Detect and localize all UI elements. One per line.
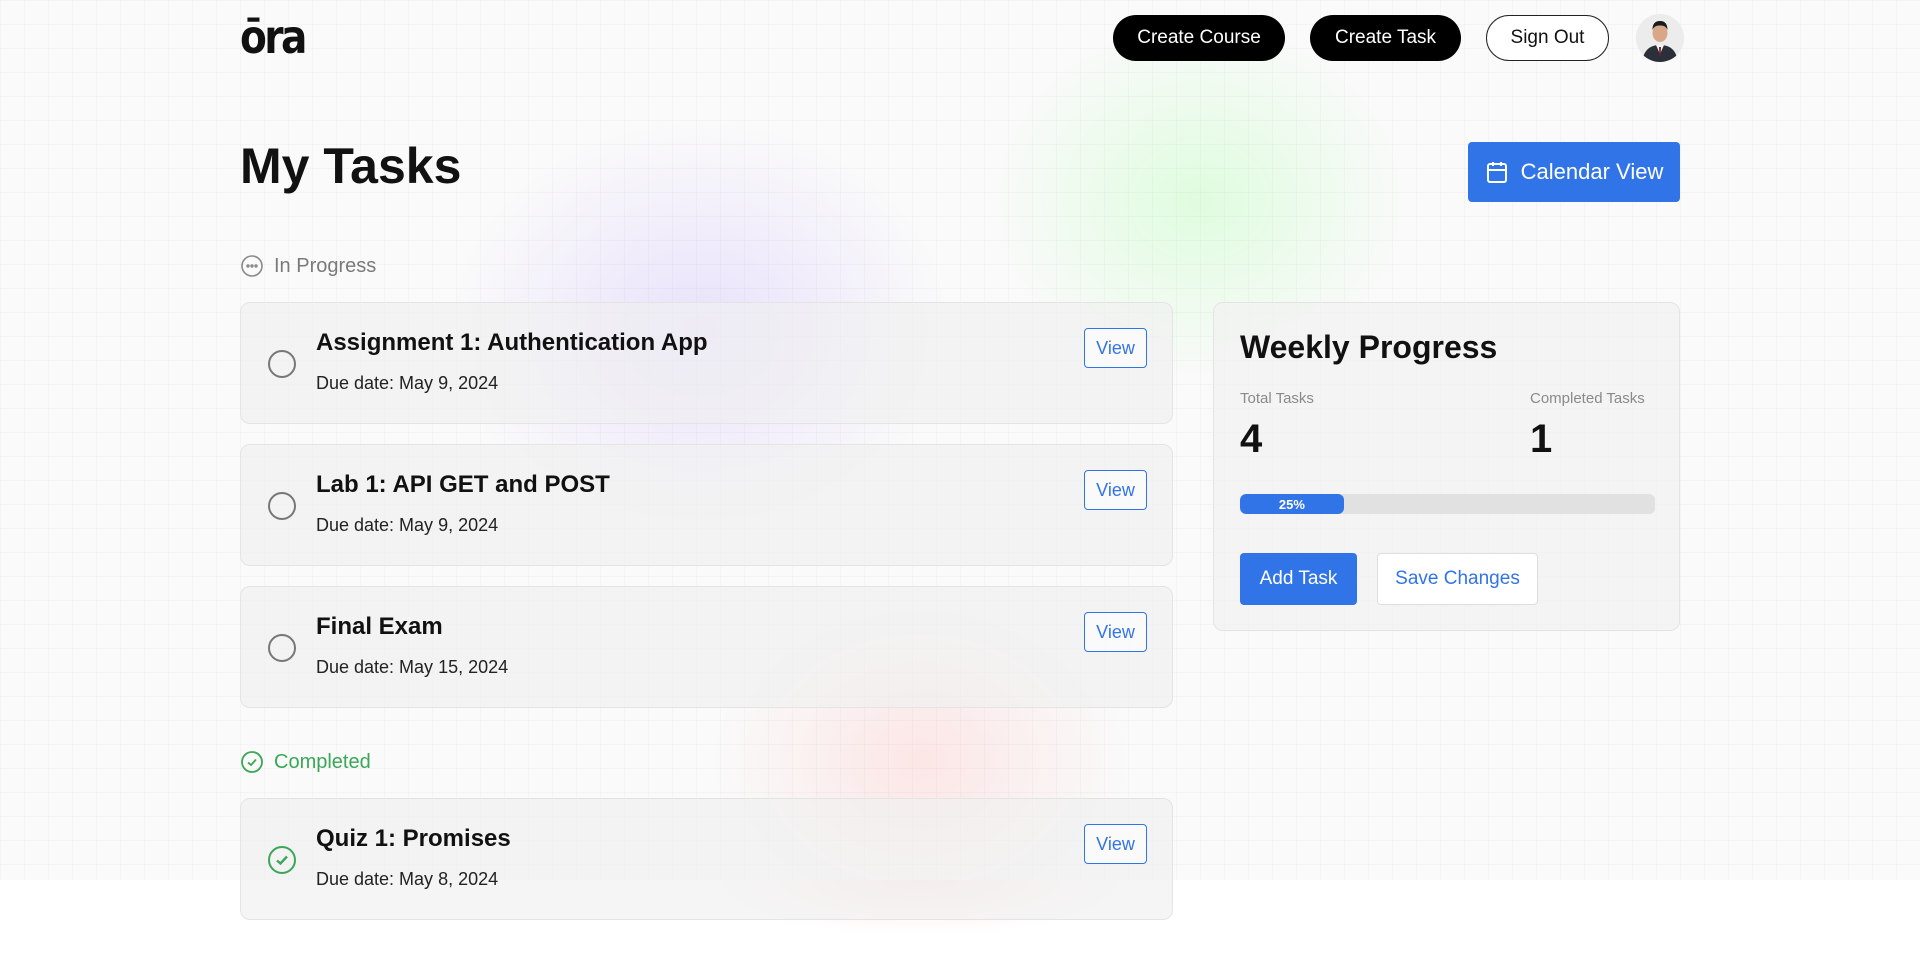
task-title: Quiz 1: Promises: [316, 825, 511, 852]
task-due-date: Due date: May 9, 2024: [316, 373, 499, 393]
task-card: Quiz 1: Promises Due date: May 8, 2024 V…: [240, 798, 1173, 920]
avatar[interactable]: [1636, 14, 1684, 62]
view-button[interactable]: View: [1084, 612, 1147, 652]
task-card: Assignment 1: Authentication App Due dat…: [240, 302, 1173, 424]
progress-bar: 25%: [1240, 494, 1655, 514]
add-task-button[interactable]: Add Task: [1240, 553, 1357, 605]
weekly-progress-card: Weekly Progress Total Tasks 4 Completed …: [1213, 302, 1680, 631]
in-progress-label: In Progress: [274, 254, 377, 277]
completed-heading: Completed: [240, 750, 371, 774]
sign-out-button[interactable]: Sign Out: [1486, 15, 1609, 61]
task-checkbox-checked[interactable]: [268, 846, 296, 874]
check-circle-icon: [241, 751, 263, 773]
user-avatar-icon: [1636, 14, 1684, 62]
task-checkbox[interactable]: [268, 350, 296, 378]
completed-tasks-value: 1: [1530, 417, 1553, 461]
calendar-view-label: Calendar View: [1520, 159, 1664, 184]
completed-tasks-label: Completed Tasks: [1530, 390, 1645, 407]
task-card: Lab 1: API GET and POST Due date: May 9,…: [240, 444, 1173, 566]
view-button[interactable]: View: [1084, 328, 1147, 368]
calendar-view-button[interactable]: Calendar View: [1468, 142, 1680, 202]
task-due-date: Due date: May 8, 2024: [316, 869, 499, 889]
total-tasks-label: Total Tasks: [1240, 390, 1314, 407]
view-button[interactable]: View: [1084, 470, 1147, 510]
task-title: Lab 1: API GET and POST: [316, 471, 610, 498]
page: ōra Create Course Create Task Sign Out M…: [0, 0, 1920, 956]
completed-label: Completed: [274, 750, 371, 773]
task-checkbox[interactable]: [268, 492, 296, 520]
calendar-icon: [1486, 162, 1507, 183]
page-title: My Tasks: [240, 138, 462, 194]
create-task-button[interactable]: Create Task: [1310, 15, 1461, 61]
task-title: Assignment 1: Authentication App: [316, 329, 708, 356]
task-checkbox[interactable]: [268, 634, 296, 662]
progress-bar-fill: 25%: [1240, 494, 1344, 514]
logo[interactable]: ōra: [240, 14, 307, 60]
task-card: Final Exam Due date: May 15, 2024 View: [240, 586, 1173, 708]
task-title: Final Exam: [316, 613, 443, 640]
check-icon: [276, 855, 288, 866]
in-progress-heading: In Progress: [240, 254, 376, 278]
view-button[interactable]: View: [1084, 824, 1147, 864]
task-due-date: Due date: May 15, 2024: [316, 657, 509, 677]
ellipsis-circle-icon: [241, 255, 263, 277]
save-changes-button[interactable]: Save Changes: [1377, 553, 1538, 605]
task-due-date: Due date: May 9, 2024: [316, 515, 499, 535]
create-course-button[interactable]: Create Course: [1113, 15, 1285, 61]
total-tasks-value: 4: [1240, 417, 1263, 461]
weekly-progress-title: Weekly Progress: [1240, 329, 1498, 365]
